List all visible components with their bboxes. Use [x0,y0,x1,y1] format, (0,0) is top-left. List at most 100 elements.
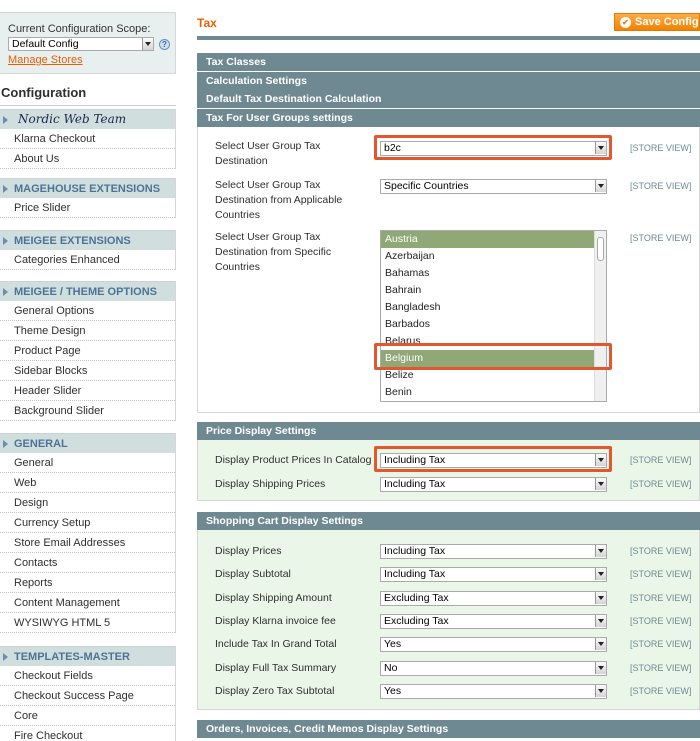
sidebar-group-title[interactable]: TEMPLATES-MASTER [0,646,175,666]
specific-countries-multiselect[interactable]: Austria Azerbaijan Bahamas Bahrain Bangl… [380,230,607,402]
field-label: Display Shipping Prices [215,478,326,490]
display-shipping-prices-select[interactable]: Including Tax [380,477,607,492]
sidebar-item-checkout-success-page[interactable]: Checkout Success Page [0,686,175,706]
field-label: Display Zero Tax Subtotal [215,685,335,697]
manage-stores-link[interactable]: Manage Stores [8,54,175,66]
page-title: Tax [197,16,217,30]
sidebar-item-wysiwyg-html5[interactable]: WYSIWYG HTML 5 [0,613,175,633]
sidebar-group-title[interactable]: MEIGEE EXTENSIONS [0,230,175,250]
scrollbar-thumb[interactable] [597,237,604,261]
sidebar-item-product-page[interactable]: Product Page [0,341,175,361]
sidebar-item-general[interactable]: General [0,453,175,473]
store-view-tag: [STORE VIEW] [630,181,692,191]
section-tax-classes[interactable]: Tax Classes [197,53,700,71]
field-label: Display Subtotal [215,568,291,580]
store-view-tag: [STORE VIEW] [630,479,692,489]
sidebar-item-header-slider[interactable]: Header Slider [0,381,175,401]
chevron-down-icon[interactable] [595,615,606,627]
chevron-down-icon[interactable] [595,662,606,674]
sidebar-group-meigee-ext: MEIGEE EXTENSIONS Categories Enhanced [0,230,176,270]
section-price-display[interactable]: Price Display Settings [197,422,700,440]
help-icon[interactable]: ? [159,39,170,50]
store-view-tag: [STORE VIEW] [630,686,692,696]
title-divider [197,36,700,40]
sidebar-item-contacts[interactable]: Contacts [0,553,175,573]
scrollbar[interactable] [594,231,606,401]
field-label: Display Shipping Amount [215,592,332,604]
store-view-tag: [STORE VIEW] [630,143,692,153]
section-calculation-settings[interactable]: Calculation Settings [197,72,700,90]
sidebar-group-title[interactable]: MEIGEE / THEME OPTIONS [0,281,175,301]
highlight-box [374,343,612,370]
country-option[interactable]: Barbados [381,316,606,333]
section-orders-invoices-display[interactable]: Orders, Invoices, Credit Memos Display S… [197,720,700,738]
country-option[interactable]: Bangladesh [381,299,606,316]
section-tax-user-groups[interactable]: Tax For User Groups settings [197,109,700,127]
sidebar: Current Configuration Scope: Default Con… [0,0,178,741]
sidebar-item-general-options[interactable]: General Options [0,301,175,321]
sidebar-item-store-email-addresses[interactable]: Store Email Addresses [0,533,175,553]
scope-select[interactable]: Default Config [8,37,154,51]
display-shipping-amount-select[interactable]: Excluding Tax [380,591,607,606]
sidebar-group-nordic: Nordic Web Team Klarna Checkout About Us [0,109,176,169]
sidebar-group-general: GENERAL General Web Design Currency Setu… [0,433,176,633]
display-klarna-invoice-fee-select[interactable]: Excluding Tax [380,614,607,629]
chevron-down-icon[interactable] [595,478,606,490]
sidebar-item-klarna-checkout[interactable]: Klarna Checkout [0,129,175,149]
sidebar-item-content-management[interactable]: Content Management [0,593,175,613]
fieldset-shopping-cart-display: Display Prices Including Tax [STORE VIEW… [197,530,700,710]
field-label: Display Full Tax Summary [215,662,337,674]
country-option[interactable]: Benin [381,384,606,401]
field-label: Display Product Prices In Catalog [215,454,372,466]
country-option[interactable]: Austria [381,231,606,248]
sidebar-item-design[interactable]: Design [0,493,175,513]
section-default-tax-destination[interactable]: Default Tax Destination Calculation [197,90,700,108]
display-zero-tax-subtotal-select[interactable]: Yes [380,684,607,699]
field-label: Display Prices [215,545,282,557]
sidebar-item-background-slider[interactable]: Background Slider [0,401,175,421]
country-option[interactable]: Bahamas [381,265,606,282]
display-prices-select[interactable]: Including Tax [380,544,607,559]
section-shopping-cart-display[interactable]: Shopping Cart Display Settings [197,512,700,530]
chevron-down-icon[interactable] [595,180,606,192]
field-label: Select User Group Tax Destination [215,140,321,167]
chevron-down-icon[interactable] [142,38,153,50]
fieldset-user-groups: Select User Group Tax Destination b2c [S… [197,127,700,413]
chevron-down-icon[interactable] [595,545,606,557]
sidebar-item-currency-setup[interactable]: Currency Setup [0,513,175,533]
sidebar-item-reports[interactable]: Reports [0,573,175,593]
country-option[interactable]: Bahrain [381,282,606,299]
field-label: Select User Group Tax Destination from A… [215,179,343,221]
sidebar-group-title[interactable]: GENERAL [0,433,175,453]
main-content: Tax ✔ Save Config Tax Classes Calculation… [197,0,700,741]
chevron-down-icon[interactable] [595,592,606,604]
sidebar-item-theme-design[interactable]: Theme Design [0,321,175,341]
sidebar-group-magehouse: MAGEHOUSE EXTENSIONS Price Slider [0,178,176,218]
store-view-tag: [STORE VIEW] [630,639,692,649]
include-tax-grand-total-select[interactable]: Yes [380,637,607,652]
sidebar-group-title[interactable]: MAGEHOUSE EXTENSIONS [0,178,175,198]
sidebar-item-categories-enhanced[interactable]: Categories Enhanced [0,250,175,270]
check-icon: ✔ [620,17,631,28]
chevron-down-icon[interactable] [595,685,606,697]
sidebar-item-about-us[interactable]: About Us [0,149,175,169]
store-view-tag: [STORE VIEW] [630,663,692,673]
sidebar-group-meigee-theme: MEIGEE / THEME OPTIONS General Options T… [0,281,176,421]
sidebar-item-web[interactable]: Web [0,473,175,493]
field-label: Include Tax In Grand Total [215,638,337,650]
display-full-tax-summary-select[interactable]: No [380,661,607,676]
sidebar-item-fire-checkout[interactable]: Fire Checkout [0,726,175,741]
applicable-countries-select[interactable]: Specific Countries [380,179,607,194]
chevron-down-icon[interactable] [595,568,606,580]
field-label: Select User Group Tax Destination from S… [215,231,332,273]
sidebar-item-price-slider[interactable]: Price Slider [0,198,175,218]
sidebar-item-core[interactable]: Core [0,706,175,726]
save-config-button[interactable]: ✔ Save Config [614,13,700,31]
sidebar-item-checkout-fields[interactable]: Checkout Fields [0,666,175,686]
display-subtotal-select[interactable]: Including Tax [380,567,607,582]
country-option[interactable]: Azerbaijan [381,248,606,265]
chevron-down-icon[interactable] [595,638,606,650]
sidebar-item-sidebar-blocks[interactable]: Sidebar Blocks [0,361,175,381]
highlight-box [374,135,612,160]
store-view-tag: [STORE VIEW] [630,593,692,603]
